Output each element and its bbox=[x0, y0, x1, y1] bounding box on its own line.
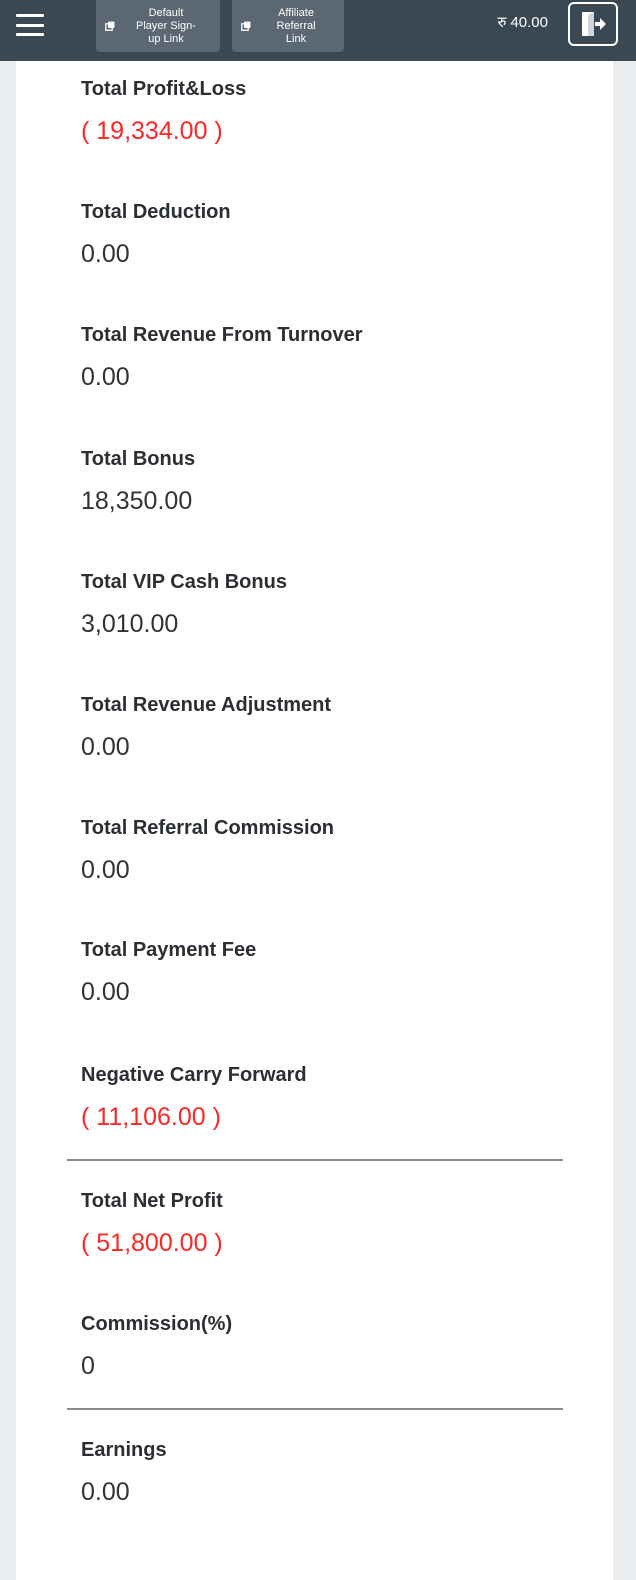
stat-value: 3,010.00 bbox=[81, 610, 179, 638]
logout-button[interactable] bbox=[568, 2, 618, 46]
logout-icon bbox=[582, 12, 606, 36]
stat-negative-carry-forward: Negative Carry Forward ( 11,106.00 ) bbox=[81, 1062, 307, 1133]
stat-label: Negative Carry Forward bbox=[81, 1064, 307, 1086]
stat-value: 0.00 bbox=[81, 978, 130, 1006]
stat-value: 0 bbox=[81, 1352, 95, 1380]
stat-label: Earnings bbox=[81, 1439, 167, 1461]
stat-value: 18,350.00 bbox=[81, 487, 193, 515]
stat-value: 0.00 bbox=[81, 856, 130, 884]
stat-value: ( 19,334.00 ) bbox=[81, 117, 223, 145]
stat-total-revenue-from-turnover: Total Revenue From Turnover 0.00 bbox=[81, 322, 363, 393]
currency-symbol: रु bbox=[497, 14, 507, 31]
section-divider bbox=[67, 1408, 563, 1410]
stat-label: Total Payment Fee bbox=[81, 939, 257, 961]
balance-amount: 40.00 bbox=[510, 14, 548, 31]
top-bar: Default Player Sign- up Link Affiliate R… bbox=[0, 0, 636, 61]
menu-icon[interactable] bbox=[16, 14, 44, 36]
stat-value: 0.00 bbox=[81, 363, 130, 391]
stat-label: Total Deduction bbox=[81, 201, 231, 223]
external-link-icon bbox=[102, 21, 118, 31]
default-player-signup-link-button[interactable]: Default Player Sign- up Link bbox=[96, 0, 220, 52]
stat-label: Total Revenue From Turnover bbox=[81, 324, 363, 346]
stat-total-referral-commission: Total Referral Commission 0.00 bbox=[81, 815, 334, 886]
stat-label: Total Profit&Loss bbox=[81, 78, 247, 100]
stat-total-vip-cash-bonus: Total VIP Cash Bonus 3,010.00 bbox=[81, 569, 287, 640]
stat-label: Total Net Profit bbox=[81, 1190, 223, 1212]
stat-commission-percent: Commission(%) 0 bbox=[81, 1311, 232, 1382]
stat-value: ( 51,800.00 ) bbox=[81, 1229, 223, 1257]
stat-total-deduction: Total Deduction 0.00 bbox=[81, 199, 231, 270]
affiliate-referral-link-button[interactable]: Affiliate Referral Link bbox=[232, 0, 344, 52]
stat-label: Commission(%) bbox=[81, 1313, 233, 1335]
stat-value: 0.00 bbox=[81, 733, 130, 761]
default-player-signup-link-label: Default Player Sign- up Link bbox=[136, 6, 196, 45]
section-divider bbox=[67, 1159, 563, 1161]
stat-total-revenue-adjustment: Total Revenue Adjustment 0.00 bbox=[81, 692, 331, 763]
stat-value: 0.00 bbox=[81, 1478, 130, 1506]
stat-total-bonus: Total Bonus 18,350.00 bbox=[81, 446, 195, 517]
stat-label: Total VIP Cash Bonus bbox=[81, 571, 287, 593]
stat-earnings: Earnings 0.00 bbox=[81, 1437, 167, 1508]
stat-value: 0.00 bbox=[81, 240, 130, 268]
stat-label: Total Referral Commission bbox=[81, 817, 335, 839]
commission-summary-card: Total Profit&Loss ( 19,334.00 ) Total De… bbox=[16, 61, 613, 1580]
stat-total-payment-fee: Total Payment Fee 0.00 bbox=[81, 937, 256, 1008]
stat-total-net-profit: Total Net Profit ( 51,800.00 ) bbox=[81, 1188, 223, 1259]
stat-value: ( 11,106.00 ) bbox=[81, 1103, 221, 1131]
external-link-icon bbox=[238, 21, 254, 31]
stat-label: Total Revenue Adjustment bbox=[81, 694, 332, 716]
balance-display: रु 40.00 bbox=[497, 12, 548, 34]
stat-label: Total Bonus bbox=[81, 448, 196, 470]
affiliate-referral-link-label: Affiliate Referral Link bbox=[276, 6, 316, 45]
stat-total-profit-loss: Total Profit&Loss ( 19,334.00 ) bbox=[81, 76, 246, 147]
